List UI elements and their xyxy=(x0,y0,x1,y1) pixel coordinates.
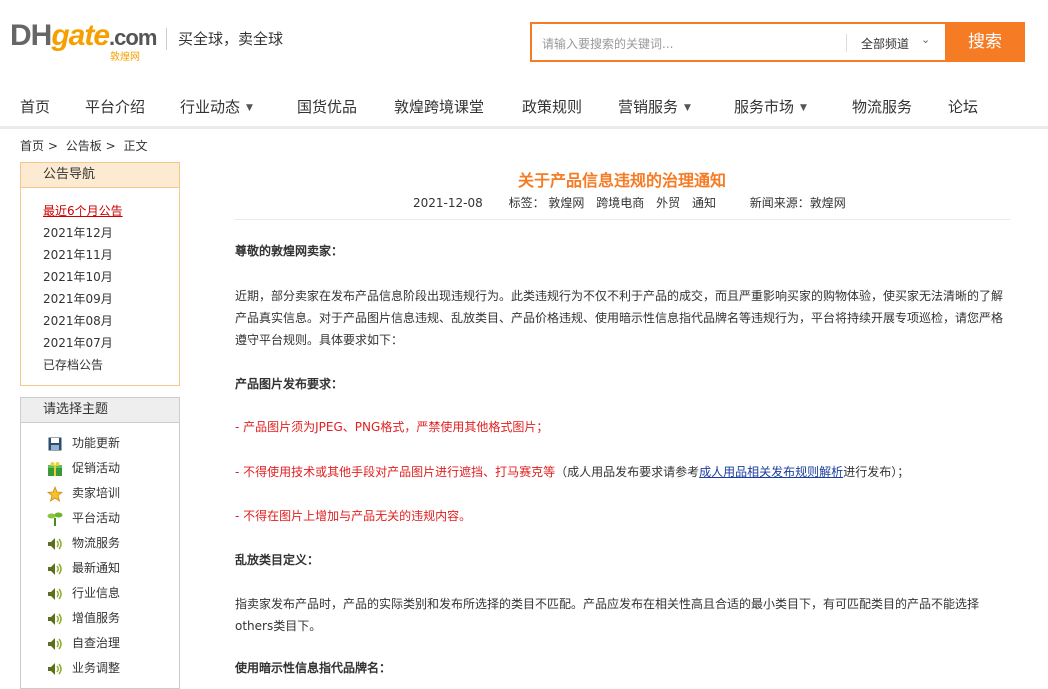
article-meta: 2021-12-08 标签： 敦煌网 跨境电商 外贸 通知 新闻来源：敦煌网 xyxy=(413,194,846,211)
panel-title: 请选择主题 xyxy=(21,398,179,423)
topic-item[interactable]: 自查治理 xyxy=(47,631,179,656)
search-button[interactable]: 搜索 xyxy=(945,22,1025,62)
breadcrumb-separator: > xyxy=(105,139,116,153)
speaker-icon xyxy=(47,561,63,577)
breadcrumb: 首页 > 公告板 > 正文 xyxy=(20,137,151,154)
rule-image-format: - 产品图片须为JPEG、PNG格式，严禁使用其他格式图片； xyxy=(235,420,549,434)
article-title: 关于产品信息违规的治理通知 xyxy=(517,171,726,190)
gift-icon xyxy=(47,461,63,477)
sprout-icon xyxy=(47,511,63,527)
topic-label: 促销活动 xyxy=(72,461,121,475)
dhgate-logo[interactable]: DHgate.com 敦煌网 xyxy=(10,18,160,63)
speaker-icon xyxy=(47,586,63,602)
paragraph-line: 近期，部分卖家在发布产品信息阶段出现违规行为。此类违规行为不仅不利于产品的成交，… xyxy=(235,289,1004,303)
section-heading-category: 乱放类目定义： xyxy=(235,553,320,567)
main-nav: 首页 平台介绍 行业动态 ▼ 国货优品 敦煌跨境课堂 政策规则 营销服务 ▼ 服务市… xyxy=(0,92,1048,129)
category-paragraph: 指卖家发布产品时，产品的实际类别和发布所选择的类目不匹配。产品应发布在相关性高且… xyxy=(235,593,1005,637)
article-tag[interactable]: 跨境电商 xyxy=(596,196,644,210)
article-tag[interactable]: 通知 xyxy=(692,196,716,210)
rule-text: - 不得使用技术或其他手段对产品图片进行遮挡、打马赛克等 xyxy=(235,465,556,479)
speaker-icon xyxy=(47,536,63,552)
nav-service-market[interactable]: 服务市场 ▼ xyxy=(734,97,807,120)
article-date: 2021-12-08 xyxy=(413,196,483,210)
breadcrumb-board[interactable]: 公告板 xyxy=(66,139,102,153)
search-input[interactable]: 请输入要搜索的关键词... 全部频道 ⌄ xyxy=(530,22,945,62)
nav-home[interactable]: 首页 xyxy=(20,97,50,117)
greeting: 尊敬的敦煌网卖家： xyxy=(235,244,344,258)
paragraph-line: 指卖家发布产品时，产品的实际类别和发布所选择的类目不匹配。产品应发布在相关性高且… xyxy=(235,597,980,611)
topic-label: 增值服务 xyxy=(72,611,121,625)
nav-policy[interactable]: 政策规则 xyxy=(522,97,582,117)
nav-domestic-goods[interactable]: 国货优品 xyxy=(297,97,357,117)
nav-platform-intro[interactable]: 平台介绍 xyxy=(85,97,145,117)
chevron-down-icon: ▼ xyxy=(684,103,691,113)
rule-no-mosaic: - 不得使用技术或其他手段对产品图片进行遮挡、打马赛克等（成人用品发布要求请参考… xyxy=(235,461,1005,483)
slogan: 买全球，卖全球 xyxy=(166,28,283,50)
topic-label: 卖家培训 xyxy=(72,486,121,500)
topic-item[interactable]: 增值服务 xyxy=(47,606,179,631)
paragraph-line: 产品真实信息。对于产品图片信息违规、乱放类目、产品价格违规、使用暗示性信息指代品… xyxy=(235,311,1004,325)
nav-logistics[interactable]: 物流服务 xyxy=(852,97,912,117)
rule-no-irrelevant: - 不得在图片上增加与产品无关的违规内容。 xyxy=(235,509,472,523)
logo-chinese-name: 敦煌网 xyxy=(110,52,140,63)
topic-label: 平台活动 xyxy=(72,511,121,525)
topic-item[interactable]: 卖家培训 xyxy=(46,481,179,506)
article-tag[interactable]: 外贸 xyxy=(656,196,680,210)
nav-industry-news[interactable]: 行业动态 ▼ xyxy=(180,97,253,120)
announce-item-month[interactable]: 2021年10月 xyxy=(43,266,179,288)
chevron-down-icon[interactable]: ⌄ xyxy=(921,33,930,46)
topic-label: 最新通知 xyxy=(72,561,121,575)
article-source: 新闻来源：敦煌网 xyxy=(749,196,846,210)
nav-classroom[interactable]: 敦煌跨境课堂 xyxy=(394,97,484,117)
topic-label: 行业信息 xyxy=(72,586,121,600)
announce-item-month[interactable]: 2021年08月 xyxy=(43,310,179,332)
section-heading-brand: 使用暗示性信息指代品牌名： xyxy=(235,661,392,675)
nav-forum[interactable]: 论坛 xyxy=(948,97,978,117)
breadcrumb-current: 正文 xyxy=(123,139,148,153)
tags-label: 标签： xyxy=(508,196,545,210)
article-tag[interactable]: 敦煌网 xyxy=(548,196,584,210)
chevron-down-icon: ▼ xyxy=(246,103,253,113)
nav-marketing[interactable]: 营销服务 ▼ xyxy=(618,97,691,120)
topic-label: 功能更新 xyxy=(72,436,121,450)
announce-item-month[interactable]: 2021年11月 xyxy=(43,244,179,266)
topic-item[interactable]: 平台活动 xyxy=(47,506,179,531)
topics-panel: 请选择主题 功能更新 促销活动 卖家培训 平台活动 物流服务 最新通知 行业信息… xyxy=(20,397,180,689)
announce-item-recent[interactable]: 最近6个月公告 xyxy=(43,200,179,222)
star-icon xyxy=(46,485,64,502)
topic-item[interactable]: 行业信息 xyxy=(47,581,179,606)
paragraph-line: others类目下。 xyxy=(235,619,322,633)
rule-note: （成人用品发布要求请参考 xyxy=(555,465,700,479)
search-placeholder: 请输入要搜索的关键词... xyxy=(542,37,674,51)
article-divider xyxy=(234,219,1010,220)
adult-rules-link[interactable]: 成人用品相关发布规则解析 xyxy=(699,465,843,479)
announcement-nav-panel: 公告导航 最近6个月公告 2021年12月 2021年11月 2021年10月 … xyxy=(20,162,180,386)
chevron-down-icon: ▼ xyxy=(800,103,807,113)
channel-select[interactable]: 全部频道 xyxy=(861,35,909,52)
topic-label: 物流服务 xyxy=(72,536,121,550)
announce-item-month[interactable]: 2021年09月 xyxy=(43,288,179,310)
rule-note-tail: 进行发布）； xyxy=(843,465,910,479)
search-bar: 请输入要搜索的关键词... 全部频道 ⌄ 搜索 xyxy=(530,22,1025,62)
topic-item[interactable]: 促销活动 xyxy=(47,456,179,481)
search-divider xyxy=(846,34,847,52)
intro-paragraph: 近期，部分卖家在发布产品信息阶段出现违规行为。此类违规行为不仅不利于产品的成交，… xyxy=(235,285,1005,351)
logo-wordmark: DHgate.com xyxy=(10,19,157,52)
speaker-icon xyxy=(47,636,63,652)
breadcrumb-home[interactable]: 首页 xyxy=(20,139,44,153)
panel-title: 公告导航 xyxy=(21,163,179,188)
breadcrumb-separator: > xyxy=(47,139,58,153)
announce-item-month[interactable]: 2021年12月 xyxy=(43,222,179,244)
announce-item-archived[interactable]: 已存档公告 xyxy=(43,354,179,376)
topic-item[interactable]: 物流服务 xyxy=(47,531,179,556)
floppy-disk-icon xyxy=(47,436,63,452)
announce-item-month[interactable]: 2021年07月 xyxy=(43,332,179,354)
section-heading-image: 产品图片发布要求： xyxy=(235,377,344,391)
paragraph-line: 遵守平台规则。具体要求如下： xyxy=(235,333,404,347)
topic-item[interactable]: 最新通知 xyxy=(47,556,179,581)
topic-item[interactable]: 功能更新 xyxy=(47,431,179,456)
topic-label: 自查治理 xyxy=(72,636,121,650)
speaker-icon xyxy=(47,611,63,627)
